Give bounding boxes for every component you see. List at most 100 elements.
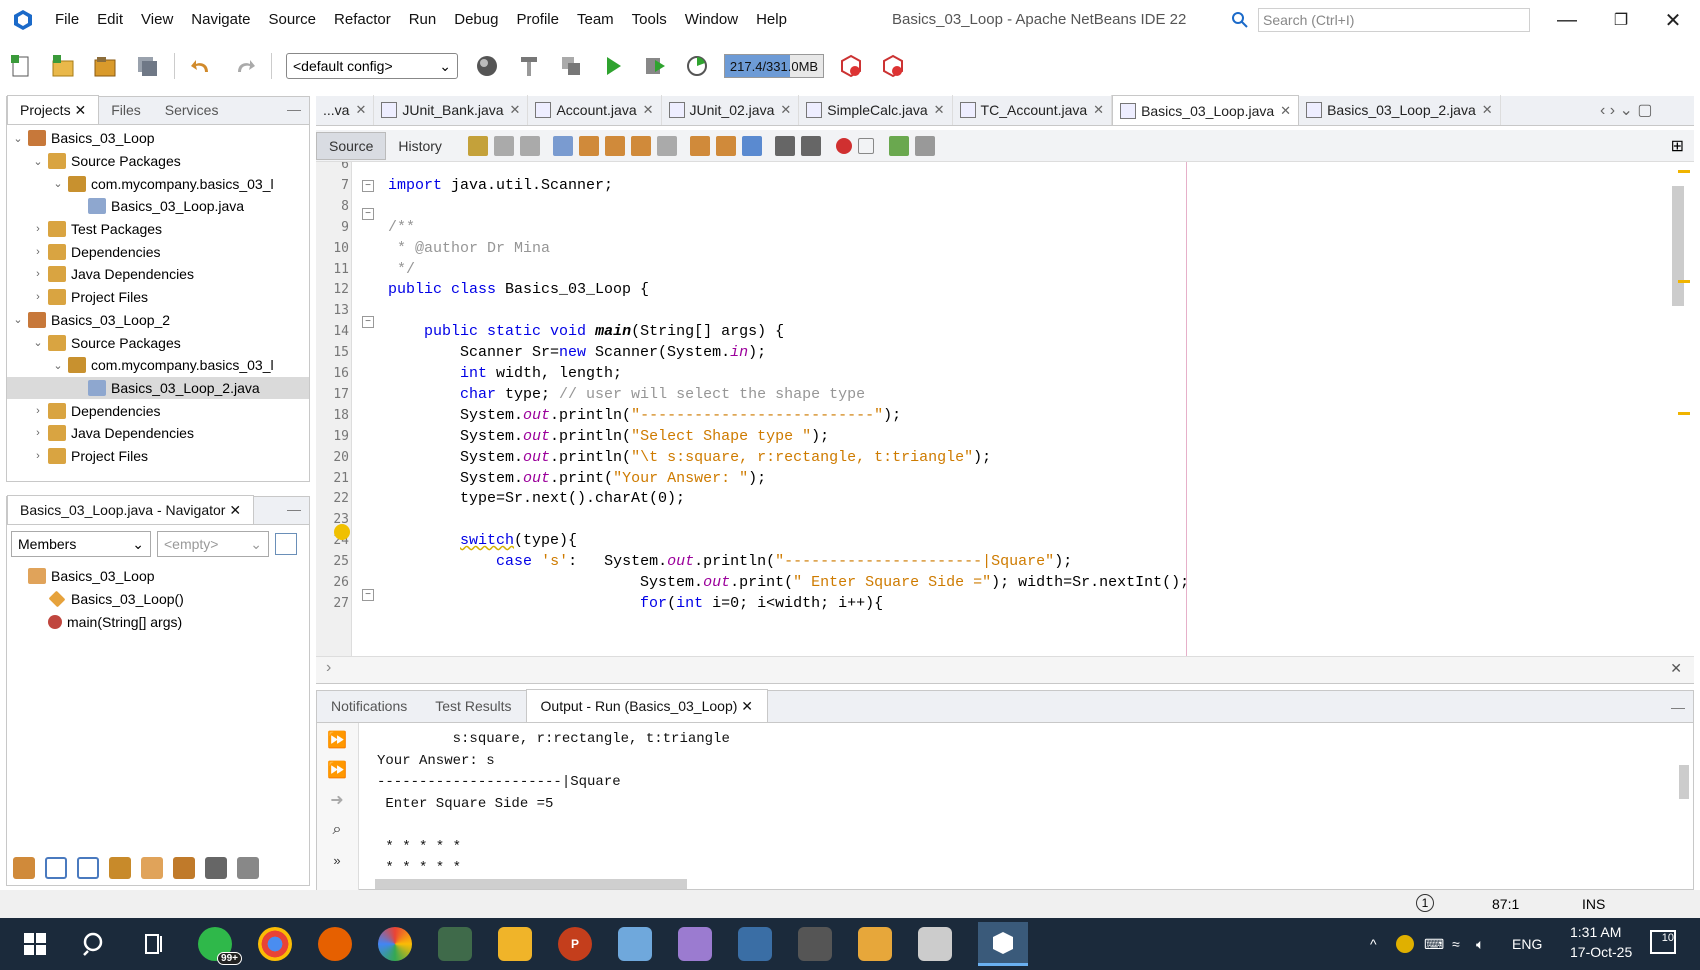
tab-projects[interactable]: Projects ✕ xyxy=(7,95,100,124)
tree-item[interactable]: ⌄ com.mycompany.basics_03_l xyxy=(7,172,309,195)
gallery-icon[interactable] xyxy=(858,927,892,961)
menu-source[interactable]: Source xyxy=(259,0,325,40)
editor-tab[interactable]: SimpleCalc.java ✕ xyxy=(799,95,953,125)
tree-item[interactable]: › Dependencies xyxy=(7,399,309,422)
undo-icon[interactable] xyxy=(187,51,217,81)
rerun-icon[interactable]: ⏩ xyxy=(326,729,348,751)
fold-marker-icon[interactable]: − xyxy=(362,180,374,192)
close-icon[interactable]: ✕ xyxy=(510,102,521,118)
debug-icon[interactable] xyxy=(640,51,670,81)
menu-tools[interactable]: Tools xyxy=(623,0,676,40)
tree-item[interactable]: Basics_03_Loop xyxy=(7,565,309,588)
new-project-icon[interactable] xyxy=(48,51,78,81)
shift-right-icon[interactable] xyxy=(800,135,821,156)
notifications-icon[interactable]: 1 xyxy=(1416,894,1434,912)
output-console[interactable]: s:square, r:rectangle, t:triangle Your An… xyxy=(377,729,730,880)
find-previous-icon[interactable] xyxy=(578,135,599,156)
fold-marker-icon[interactable]: − xyxy=(362,208,374,220)
tray-chevron-up-icon[interactable]: ^ xyxy=(1370,936,1377,952)
prev-bookmark-icon[interactable] xyxy=(689,135,710,156)
code-line[interactable]: switch(type){ xyxy=(388,530,577,553)
code-line[interactable]: * @author Dr Mina xyxy=(388,238,550,261)
tree-item[interactable]: Basics_03_Loop() xyxy=(7,588,309,611)
tree-item[interactable]: › Java Dependencies xyxy=(7,422,309,445)
chevron-right-icon[interactable]: › xyxy=(31,450,45,462)
show-fields-icon[interactable] xyxy=(45,857,67,879)
tree-item[interactable]: ⌄ Basics_03_Loop_2 xyxy=(7,309,309,332)
clock-time[interactable]: 1:31 AM xyxy=(1570,924,1621,940)
editor-tab[interactable]: Account.java ✕ xyxy=(528,95,662,125)
tree-item[interactable]: main(String[] args) xyxy=(7,610,309,633)
task-view-icon[interactable] xyxy=(138,927,172,961)
tree-item[interactable]: ⌄ com.mycompany.basics_03_l xyxy=(7,354,309,377)
chevron-down-icon[interactable]: ⌄ xyxy=(11,132,25,145)
chrome-canary-icon[interactable] xyxy=(378,927,412,961)
menu-run[interactable]: Run xyxy=(400,0,446,40)
menu-window[interactable]: Window xyxy=(676,0,747,40)
clock-date[interactable]: 17-Oct-25 xyxy=(1570,944,1632,960)
close-icon[interactable]: ✕ xyxy=(741,698,753,714)
output-horizontal-scrollbar[interactable] xyxy=(375,879,687,889)
chevron-right-icon[interactable]: › xyxy=(31,427,45,439)
sort-by-source-icon[interactable] xyxy=(173,857,195,879)
chevron-down-icon[interactable]: ⌄ xyxy=(11,313,25,326)
whatsapp-icon[interactable]: 99+ xyxy=(198,927,242,965)
code-line[interactable]: public static void main(String[] args) { xyxy=(388,321,784,344)
gc-icon[interactable] xyxy=(836,51,866,81)
menu-refactor[interactable]: Refactor xyxy=(325,0,400,40)
close-button[interactable]: ✕ xyxy=(1646,0,1700,40)
warning-mark[interactable] xyxy=(1678,170,1690,173)
code-line[interactable]: System.out.println("--------------------… xyxy=(388,405,901,428)
code-line[interactable]: System.out.print("Your Answer: "); xyxy=(388,468,766,491)
memory-indicator[interactable]: 217.4/331.0MB xyxy=(724,54,824,78)
tray-ime-icon[interactable]: ⌨ xyxy=(1424,936,1444,953)
close-icon[interactable]: ✕ xyxy=(934,102,945,118)
chevron-down-icon[interactable]: ⌄ xyxy=(51,359,65,372)
editor-tab[interactable]: ...va ✕ xyxy=(316,95,375,125)
show-inherited-icon[interactable] xyxy=(13,857,35,879)
output-vertical-scrollbar[interactable] xyxy=(1679,765,1689,799)
tree-item[interactable]: › Project Files xyxy=(7,286,309,309)
chevron-down-icon[interactable]: ⌄ xyxy=(31,336,45,349)
sort-by-name-icon[interactable] xyxy=(205,857,227,879)
menu-team[interactable]: Team xyxy=(568,0,623,40)
close-icon[interactable]: ✕ xyxy=(1670,660,1682,677)
chevron-right-icon[interactable]: › xyxy=(31,405,45,417)
close-icon[interactable]: ✕ xyxy=(1482,102,1493,118)
open-project-icon[interactable] xyxy=(90,51,120,81)
globe-icon[interactable] xyxy=(472,51,502,81)
tree-item[interactable]: › Dependencies xyxy=(7,240,309,263)
notification-center-icon[interactable]: 10 xyxy=(1650,930,1676,954)
editor-tab[interactable]: JUnit_Bank.java ✕ xyxy=(374,95,529,125)
show-static-icon[interactable] xyxy=(77,857,99,879)
code-line[interactable]: int width, length; xyxy=(388,363,622,386)
chevron-down-icon[interactable]: ⌄ xyxy=(31,155,45,168)
editor-tab[interactable]: Basics_03_Loop.java ✕ xyxy=(1112,95,1300,125)
tab-source[interactable]: Source xyxy=(316,131,387,160)
more-tools-icon[interactable]: » xyxy=(326,849,348,871)
chevron-right-icon[interactable]: › xyxy=(31,246,45,258)
shift-left-icon[interactable] xyxy=(774,135,795,156)
next-bookmark-icon[interactable] xyxy=(715,135,736,156)
show-inner-classes-icon[interactable] xyxy=(141,857,163,879)
chevron-right-icon[interactable]: › xyxy=(31,268,45,280)
find-output-icon[interactable]: ⌕ xyxy=(326,819,348,841)
run-icon[interactable] xyxy=(598,51,628,81)
close-icon[interactable]: ✕ xyxy=(1093,102,1104,118)
menu-help[interactable]: Help xyxy=(747,0,796,40)
chevron-right-icon[interactable]: › xyxy=(326,659,331,677)
language-indicator[interactable]: ENG xyxy=(1512,936,1542,952)
menu-profile[interactable]: Profile xyxy=(507,0,568,40)
close-icon[interactable]: ✕ xyxy=(643,102,654,118)
stop-icon[interactable]: ➜ xyxy=(326,789,348,811)
warning-mark[interactable] xyxy=(1678,280,1690,283)
profiler-snapshot-icon[interactable] xyxy=(878,51,908,81)
close-icon[interactable]: ✕ xyxy=(1280,103,1291,119)
config-select[interactable]: <default config> ⌄ xyxy=(286,53,458,79)
redo-icon[interactable] xyxy=(229,51,259,81)
tree-item[interactable]: ⌄ Source Packages xyxy=(7,150,309,173)
restore-button[interactable]: ❐ xyxy=(1594,0,1648,40)
code-line[interactable]: type=Sr.next().charAt(0); xyxy=(388,488,685,511)
members-select[interactable]: Members ⌄ xyxy=(11,531,151,557)
tab-services[interactable]: Services xyxy=(153,96,231,124)
